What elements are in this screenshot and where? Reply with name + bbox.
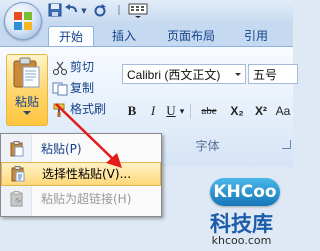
undo-icon[interactable] [64,3,80,19]
chevron-down-icon[interactable] [235,73,241,76]
office-button[interactable] [4,2,42,40]
font-name-combobox[interactable]: Calibri (西文正文) [122,64,246,84]
format-painter-button[interactable]: 格式刷 [52,100,106,118]
tab-page-layout[interactable]: 页面布局 [156,26,226,46]
format-painter-icon [53,103,65,117]
menu-item-label: 粘贴为超链接(H) [41,192,132,206]
font-size-value: 五号 [253,68,278,82]
save-icon[interactable] [48,3,62,19]
paste-button[interactable]: 粘贴 [6,54,48,126]
strikethrough-button[interactable]: abe [196,102,222,120]
paste-icon [10,141,24,157]
title-bar: ▼ [0,0,293,23]
cut-button[interactable]: 剪切 [52,58,94,76]
watermark-badge: KHCoo [210,178,280,206]
tab-home[interactable]: 开始 [48,26,94,47]
ribbon-tabs: 开始 插入 页面布局 引用 [0,22,293,47]
menu-item-paste[interactable]: 粘贴(P) [1,138,161,160]
superscript-button[interactable]: X² [252,102,270,120]
menu-item-paste-hyperlink[interactable]: 粘贴为超链接(H) [1,188,161,210]
font-name-value: Calibri (西文正文) [127,68,221,82]
underline-button[interactable]: U [164,102,178,120]
paste-menu: 粘贴(P) 选择性粘贴(V)... 粘贴为超链接(H) [0,133,162,217]
undo-dropdown[interactable]: ▼ [80,3,88,19]
menu-item-paste-special[interactable]: 选择性粘贴(V)... [1,162,161,186]
bold-button[interactable]: B [124,102,140,120]
menu-item-label: 粘贴(P) [41,142,82,156]
office-logo-icon [14,12,32,30]
separator [190,104,191,119]
customize-icon[interactable] [128,3,148,19]
italic-button[interactable]: I [146,102,160,120]
tab-insert[interactable]: 插入 [104,26,144,46]
clipboard-icon [13,57,40,88]
underline-dropdown[interactable]: ▾ [178,102,186,120]
copy-label: 复制 [70,81,95,95]
paste-hyperlink-icon [10,191,23,207]
font-size-combobox[interactable]: 五号 [248,64,298,84]
paste-label: 粘贴 [14,95,39,109]
watermark-url: khcoo.com [211,234,272,247]
redo-icon[interactable] [92,3,108,19]
tab-references[interactable]: 引用 [236,26,276,46]
khcoo-watermark: KHCoo 科技库 khcoo.com [190,172,293,251]
scissors-icon [53,61,67,75]
paste-special-icon [11,166,25,182]
font-dialog-launcher-icon[interactable] [282,140,291,149]
change-case-button[interactable]: Aa [274,102,292,120]
copy-icon [52,82,68,95]
paste-dropdown-arrow[interactable] [23,111,31,115]
cut-label: 剪切 [70,60,95,74]
menu-item-label: 选择性粘贴(V)... [42,167,132,181]
subscript-button[interactable]: X₂ [228,102,246,120]
format-painter-label: 格式刷 [70,102,107,116]
copy-button[interactable]: 复制 [52,79,94,97]
separator-icon [114,3,124,19]
